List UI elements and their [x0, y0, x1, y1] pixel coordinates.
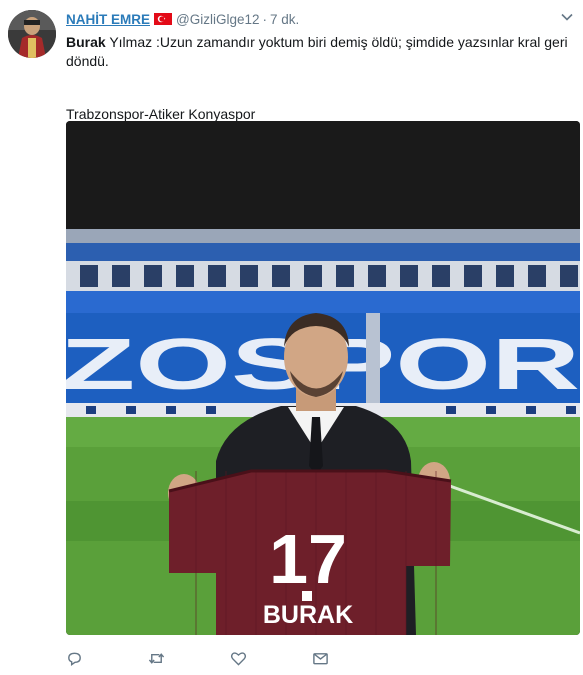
tweet-text-bold: Burak	[66, 34, 106, 50]
tweet-text-body: Yılmaz :Uzun zamandır yoktum biri demiş …	[66, 34, 568, 69]
envelope-icon	[312, 650, 329, 667]
chevron-down-icon[interactable]	[560, 10, 574, 24]
retweet-button[interactable]	[148, 648, 230, 668]
tweet: NAHİT EMRE @GizliGlge12 · 7 dk. Burak Yı…	[0, 0, 583, 675]
retweet-icon	[148, 650, 165, 667]
jersey-name: BURAK	[263, 601, 353, 629]
message-button[interactable]	[312, 648, 394, 668]
display-name[interactable]: NAHİT EMRE	[66, 12, 150, 27]
stadium-photo: ZOSPOR	[66, 121, 580, 635]
turkey-flag-icon	[154, 13, 172, 25]
reply-icon	[66, 650, 83, 667]
user-avatar[interactable]	[8, 10, 56, 58]
user-handle[interactable]: @GizliGlge12	[176, 12, 260, 27]
tweet-photo[interactable]: ZOSPOR	[66, 121, 580, 635]
tweet-header: NAHİT EMRE @GizliGlge12 · 7 dk.	[66, 10, 299, 28]
jersey-number: 17	[269, 520, 347, 598]
tweet-text: Burak Yılmaz :Uzun zamandır yoktum biri …	[66, 33, 574, 124]
like-button[interactable]	[230, 648, 312, 668]
heart-icon	[230, 650, 247, 667]
timestamp[interactable]: 7 dk.	[270, 12, 299, 27]
tweet-actions	[66, 648, 394, 668]
reply-button[interactable]	[66, 648, 148, 668]
separator-dot: ·	[262, 11, 268, 27]
